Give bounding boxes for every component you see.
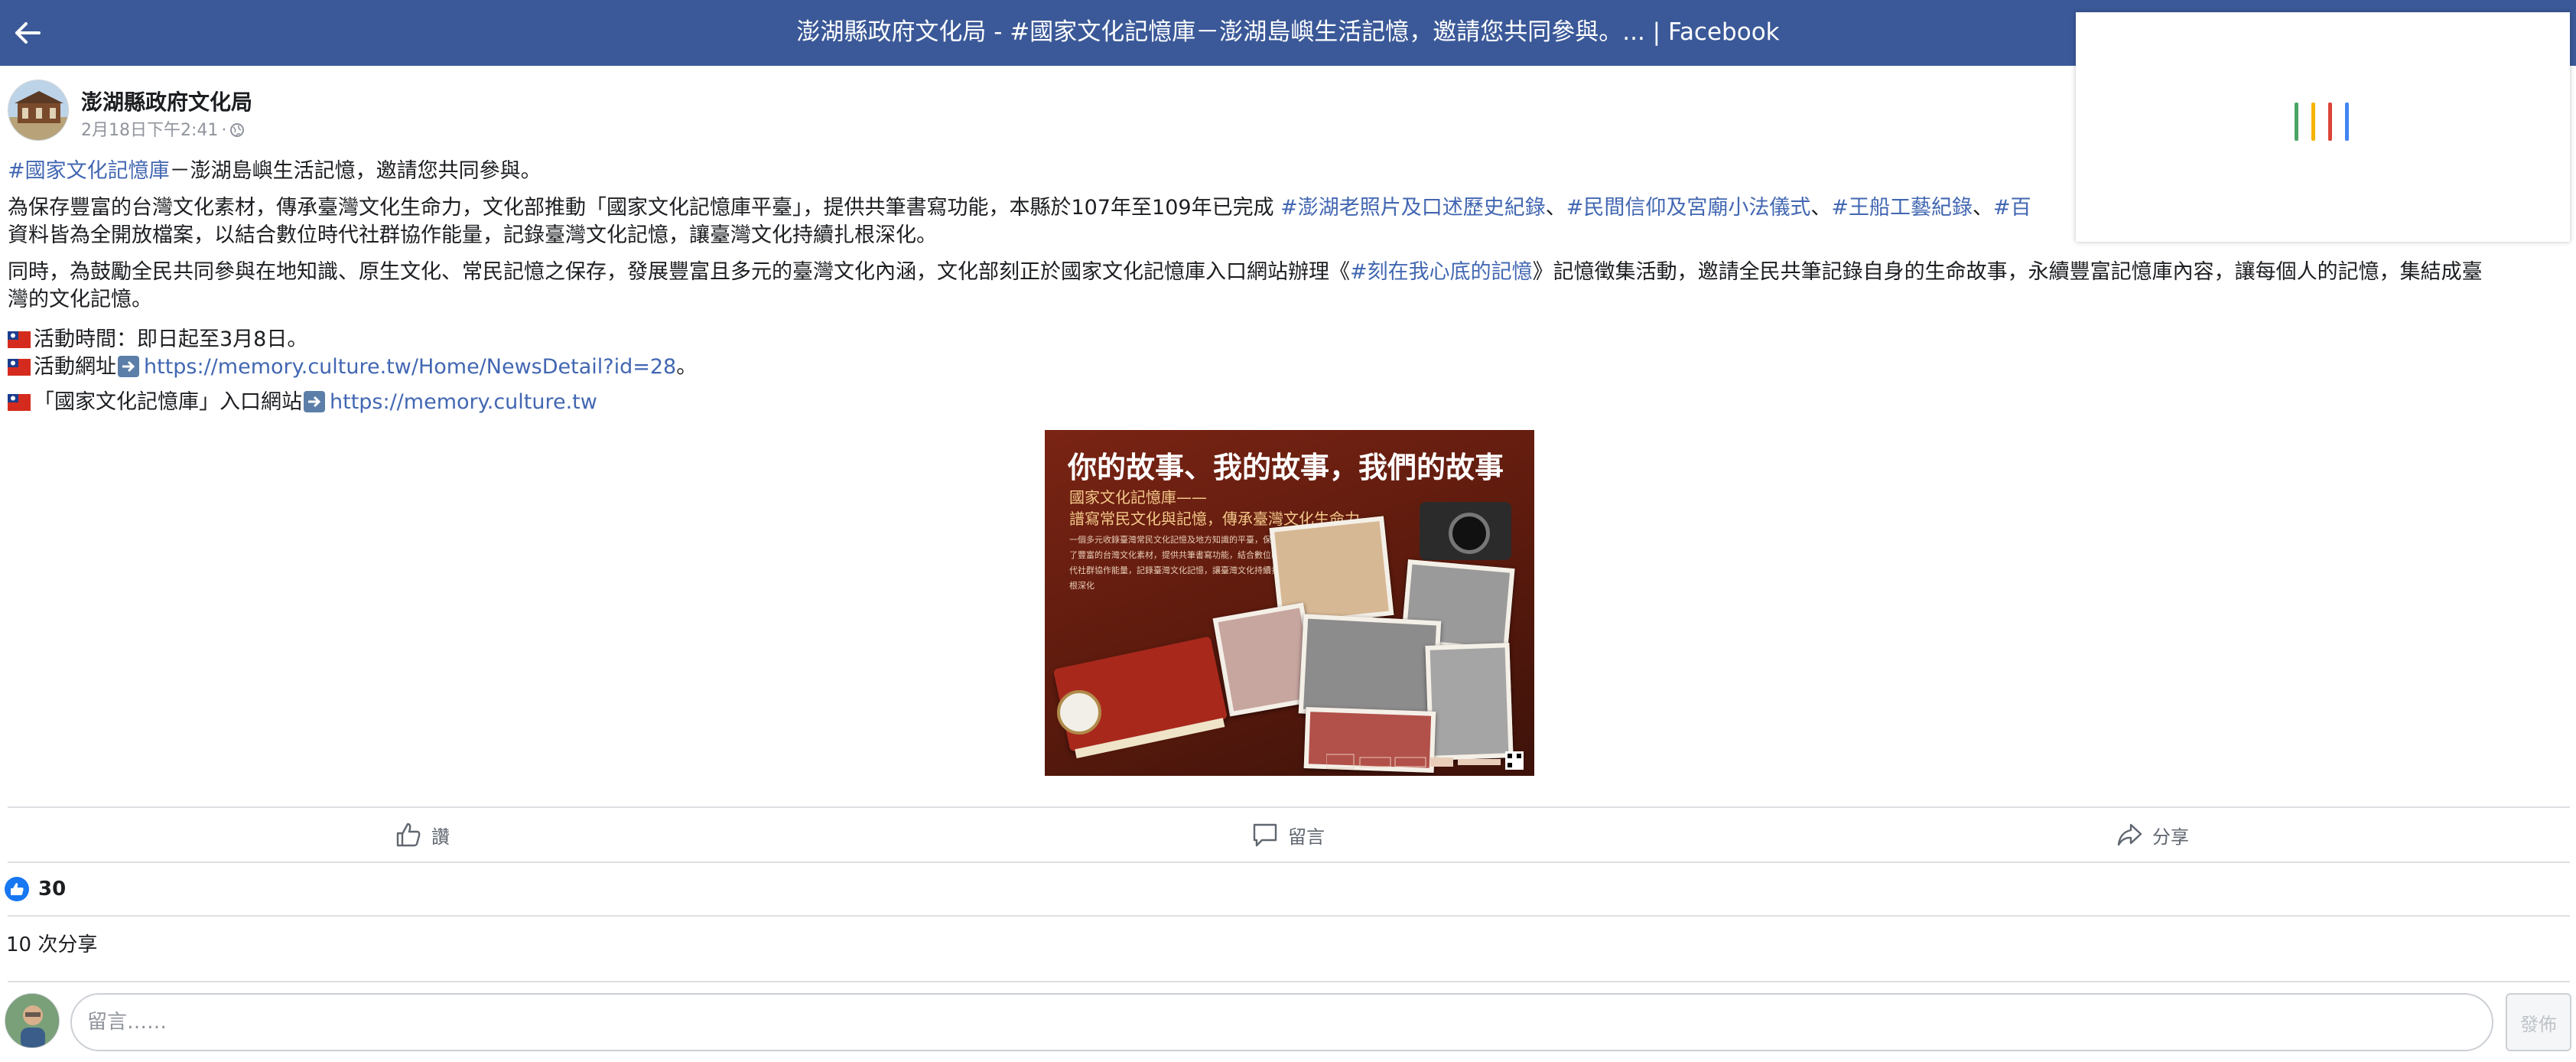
comment-composer: 發佈 (0, 987, 2576, 1062)
loading-spinner-icon (2295, 103, 2356, 144)
post-image[interactable]: 你的故事、我的故事，我們的故事 國家文化記憶庫—— 譜寫常民文化與記憶，傳承臺灣… (1045, 430, 1534, 776)
comment-icon (1253, 823, 1277, 847)
user-photo-icon (5, 994, 59, 1047)
comment-label: 留言 (1288, 826, 1325, 848)
reaction-summary[interactable]: 30 (5, 874, 66, 904)
photo-illustration (1425, 643, 1514, 761)
flag-icon (8, 331, 31, 348)
hashtag-link[interactable]: #民間信仰及宮廟小法儀式 (1566, 196, 1811, 220)
info-url: 活動網址 https://memory.culture.tw/Home/NewsD… (8, 353, 2570, 381)
post-timestamp: 2月18日下午2:41 · (81, 116, 245, 141)
divider (8, 806, 2570, 808)
text: 。 (676, 355, 698, 379)
text: 灣的文化記憶。 (8, 288, 152, 311)
page-avatar[interactable] (8, 80, 69, 141)
activity-url-link[interactable]: https://memory.culture.tw/Home/NewsDetai… (144, 355, 676, 379)
share-label: 分享 (2152, 826, 2189, 848)
separator: 、 (1810, 196, 1832, 220)
activity-url-label: 活動網址 (34, 355, 116, 379)
share-button[interactable]: 分享 (2116, 811, 2189, 858)
divider (8, 915, 2570, 917)
image-subtitle: 國家文化記憶庫—— (1069, 488, 1207, 507)
loader-bar (2311, 103, 2315, 141)
post-text: #國家文化記憶庫－澎湖島嶼生活記憶，邀請您共同參與。 為保存豐富的台灣文化素材，… (8, 158, 2570, 416)
text: 資料皆為全開放檔案，以結合數位時代社群協作能量，記錄臺灣文化記憶，讓臺灣文化持續… (8, 223, 937, 247)
text: －澎湖島嶼生活記憶，邀請您共同參與。 (169, 159, 542, 183)
flag-icon (8, 359, 31, 376)
info-time: 活動時間：即日起至3月8日。 (8, 326, 2570, 353)
arrow-right-icon (118, 356, 139, 377)
pocket-watch-illustration (1057, 690, 1101, 735)
arrow-right-icon (304, 391, 325, 412)
flag-icon (8, 394, 31, 411)
hashtag-link[interactable]: #百 (1993, 196, 2031, 220)
share-icon (2117, 823, 2142, 846)
building-photo-icon (8, 80, 68, 140)
like-count: 30 (38, 878, 67, 901)
photo-illustration (1298, 614, 1442, 721)
info-portal: 「國家文化記憶庫」入口網站 https://memory.culture.tw (8, 389, 2570, 416)
hashtag-link[interactable]: #澎湖老照片及口述歷史紀錄 (1280, 196, 1546, 220)
divider (8, 862, 2570, 863)
separator: 、 (1973, 196, 1994, 220)
activity-time: 活動時間：即日起至3月8日。 (34, 327, 308, 351)
post-actions: 讚 留言 分享 (8, 811, 2570, 858)
like-reaction-icon (5, 877, 29, 901)
hashtag-link[interactable]: #王船工藝紀錄 (1831, 196, 1973, 220)
like-label: 讚 (431, 826, 450, 848)
image-footer-logos (1325, 750, 1525, 771)
hashtag-link[interactable]: #國家文化記憶庫 (8, 159, 170, 183)
thumbs-up-icon (396, 823, 421, 847)
text: 同時，為鼓勵全民共同參與在地知識、原生文化、常民記憶之保存，發展豐富且多元的臺灣… (8, 260, 1350, 284)
image-caption: 一個多元收錄臺灣常民文化記憶及地方知識的平臺，保存了豐富的台灣文化素材，提供共筆… (1069, 535, 1280, 591)
comment-button[interactable]: 留言 (1251, 811, 1325, 858)
hashtag-link[interactable]: #刻在我心底的記憶 (1350, 260, 1533, 284)
comment-input[interactable] (70, 993, 2493, 1051)
loader-bar (2328, 103, 2332, 141)
loader-bar (2295, 103, 2298, 141)
portal-label: 「國家文化記憶庫」入口網站 (34, 390, 302, 414)
loader-bar (2345, 103, 2349, 141)
paragraph-intro: #國家文化記憶庫－澎湖島嶼生活記憶，邀請您共同參與。 (8, 158, 2570, 185)
user-avatar[interactable] (5, 993, 60, 1048)
image-title: 你的故事、我的故事，我們的故事 (1068, 451, 1504, 484)
like-button[interactable]: 讚 (395, 811, 450, 858)
author-name[interactable]: 澎湖縣政府文化局 (81, 86, 252, 116)
separator: 、 (1545, 196, 1566, 220)
text: 》記憶徵集活動，邀請全民共筆記錄自身的生命故事，永續豐富記憶庫內容，讓每個人的記… (1532, 260, 2483, 284)
post-comment-button[interactable]: 發佈 (2506, 993, 2571, 1051)
timestamp-text[interactable]: 2月18日下午2:41 (81, 121, 218, 140)
separator-dot: · (221, 121, 227, 140)
paragraph-campaign: 同時，為鼓勵全民共同參與在地知識、原生文化、常民記憶之保存，發展豐富且多元的臺灣… (8, 259, 2570, 314)
globe-icon (230, 123, 245, 137)
share-count[interactable]: 10 次分享 (6, 929, 97, 957)
divider (8, 981, 2570, 982)
camera-illustration (1420, 502, 1511, 560)
portal-url-link[interactable]: https://memory.culture.tw (330, 390, 597, 414)
paragraph-background: 為保存豐富的台灣文化素材，傳承臺灣文化生命力，文化部推動「國家文化記憶庫平臺」，… (8, 194, 2570, 249)
text: 為保存豐富的台灣文化素材，傳承臺灣文化生命力，文化部推動「國家文化記憶庫平臺」，… (8, 196, 1281, 220)
